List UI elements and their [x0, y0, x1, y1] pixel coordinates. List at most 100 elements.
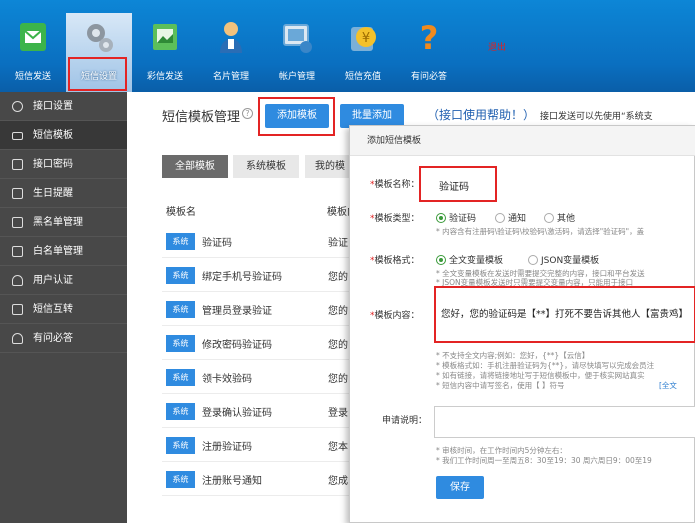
radio-selected-icon	[436, 213, 446, 223]
column-header-name: 模板名	[166, 207, 196, 218]
sidebar-item-blacklist[interactable]: 黑名单管理	[0, 208, 127, 237]
system-badge: 系统	[166, 471, 195, 488]
template-name: 绑定手机号验证码	[202, 272, 282, 283]
calendar-icon	[12, 188, 23, 199]
settings-gears-icon	[87, 24, 113, 52]
sidebar-item-label: 短信模板	[33, 130, 73, 141]
nav-recharge[interactable]: ¥ 短信充值	[330, 13, 396, 93]
mms-picture-icon	[153, 24, 177, 50]
system-badge: 系统	[166, 233, 195, 250]
table-row[interactable]: 系统 管理员登录验证 您的	[162, 292, 362, 326]
template-name: 管理员登录验证	[202, 306, 272, 317]
review-hint: * 审核时间，在工作时间内5分钟左右：	[436, 446, 567, 455]
nav-label: 帐户管理	[278, 72, 315, 82]
content-hint: * 模板格式如：手机注册验证码为{**}，请尽快填写以完成会员注	[436, 361, 655, 370]
top-navigation-bar: 短信发送 短信设置 彩信发送 名片管理 帐户管理 ¥ 短信充值 ? 有问必答 退…	[0, 0, 695, 93]
nav-label: 短信充值	[344, 72, 381, 82]
content-hint: * 如有链接，请将链接地址写于短信模板中，便于核实网站真实	[436, 371, 645, 380]
sidebar-item-user-auth[interactable]: 用户认证	[0, 266, 127, 295]
sidebar-item-label: 生日提醒	[33, 188, 73, 199]
template-preview: 您本	[328, 442, 348, 453]
table-row[interactable]: 系统 注册账号通知 您成	[162, 462, 362, 496]
table-row[interactable]: 系统 领卡效验码 您的	[162, 360, 362, 394]
system-badge: 系统	[166, 369, 195, 386]
table-row[interactable]: 系统 验证码 验证	[162, 224, 362, 258]
sidebar-item-api-password[interactable]: 接口密码	[0, 150, 127, 179]
table-row[interactable]: 系统 注册验证码 您本	[162, 428, 362, 462]
help-icon[interactable]: ?	[242, 108, 253, 119]
nav-sms-send[interactable]: 短信发送	[0, 13, 66, 93]
nav-label: 彩信发送	[146, 72, 183, 82]
type-radio-other[interactable]: 其他	[544, 211, 575, 224]
sidebar-item-label: 接口密码	[33, 159, 73, 170]
tab-all-templates[interactable]: 全部模板	[162, 155, 228, 178]
sidebar-item-label: 短信互转	[33, 304, 73, 315]
page-title: 短信模板管理	[162, 110, 241, 125]
user-icon	[12, 333, 23, 344]
format-radio-fulltext[interactable]: 全文变量模板	[436, 253, 503, 266]
api-help-link[interactable]: （接口使用帮助！）	[427, 106, 535, 123]
business-card-person-icon	[220, 22, 242, 53]
template-name: 修改密码验证码	[202, 340, 272, 351]
sidebar-item-label: 黑名单管理	[33, 217, 83, 228]
fulltext-link[interactable]: [全文	[659, 381, 677, 390]
template-name-value: 验证码	[439, 182, 469, 193]
save-button[interactable]: 保存	[436, 476, 484, 499]
sidebar-item-label: 用户认证	[33, 275, 73, 286]
sidebar-item-label: 接口设置	[33, 101, 73, 112]
system-badge: 系统	[166, 267, 195, 284]
template-name: 注册账号通知	[202, 476, 262, 487]
template-preview: 您成	[328, 476, 348, 487]
dialog-title: 添加短信模板	[350, 126, 695, 156]
svg-text:?: ?	[420, 19, 439, 55]
format-radio-json[interactable]: JSON变量模板	[528, 253, 599, 266]
account-monitor-icon	[283, 24, 312, 53]
sms-envelope-icon	[20, 23, 46, 51]
nav-faq[interactable]: ? 有问必答	[396, 13, 462, 93]
radio-icon	[528, 255, 538, 265]
sidebar-item-sms-template[interactable]: 短信模板	[0, 121, 127, 150]
template-name: 注册验证码	[202, 442, 252, 453]
type-radio-notice[interactable]: 通知	[495, 211, 526, 224]
radio-icon	[544, 213, 554, 223]
template-preview: 验证	[328, 238, 348, 249]
nav-mms-send[interactable]: 彩信发送	[132, 13, 198, 93]
help-text: 接口发送可以先使用“系统支	[540, 112, 653, 122]
content-hint: * 短信内容中请写签名，使用【 】符号	[436, 381, 565, 390]
template-preview: 登录	[328, 408, 348, 419]
envelope-icon	[12, 132, 23, 140]
type-label: *模板类型：	[370, 214, 420, 224]
question-mark-icon: ?	[420, 19, 439, 55]
clipboard-check-icon	[12, 159, 23, 170]
system-badge: 系统	[166, 301, 195, 318]
app-window: 短信发送 短信设置 彩信发送 名片管理 帐户管理 ¥ 短信充值 ? 有问必答 退…	[0, 0, 695, 523]
logout-link[interactable]: 退出	[488, 40, 506, 53]
user-icon	[12, 275, 23, 286]
review-hint: * 我们工作时间周一至周五8：30至19：30 周六周日9：00至19	[436, 456, 652, 465]
format-hint: * 全文变量模板在发送时需要提交完整的内容，接口和平台发送	[436, 269, 645, 278]
content-hint: * 不支持全文内容;例如：您好，{**}【云信】	[436, 351, 590, 360]
sidebar-item-api-settings[interactable]: 接口设置	[0, 92, 127, 121]
table-row[interactable]: 系统 修改密码验证码 您的	[162, 326, 362, 360]
template-preview: 您的	[328, 306, 348, 317]
name-label: *模板名称：	[370, 180, 420, 190]
add-template-dialog: 添加短信模板 *模板名称： 验证码 *模板类型： 验证码 通知 其他 * 内容含…	[349, 125, 695, 523]
template-content-value: 您好，您的验证码是【**】打死不要告诉其他人【富贵鸡】	[441, 309, 689, 320]
type-radio-verification[interactable]: 验证码	[436, 211, 476, 224]
nav-account-manage[interactable]: 帐户管理	[264, 13, 330, 93]
sidebar-item-whitelist[interactable]: 白名单管理	[0, 237, 127, 266]
add-template-button[interactable]: 添加模板	[265, 104, 329, 128]
apply-reason-textarea[interactable]	[434, 406, 695, 438]
system-badge: 系统	[166, 403, 195, 420]
content-label: *模板内容：	[370, 311, 420, 321]
nav-card-manage[interactable]: 名片管理	[198, 13, 264, 93]
sidebar-item-sms-transfer[interactable]: 短信互转	[0, 295, 127, 324]
sidebar-item-faq[interactable]: 有问必答	[0, 324, 127, 353]
clipboard-check-icon	[12, 246, 23, 257]
sidebar-item-birthday[interactable]: 生日提醒	[0, 179, 127, 208]
table-row[interactable]: 系统 绑定手机号验证码 您的	[162, 258, 362, 292]
tab-system-templates[interactable]: 系统模板	[233, 155, 299, 178]
gear-icon	[12, 101, 23, 112]
nav-label: 名片管理	[212, 72, 249, 82]
table-row[interactable]: 系统 登录确认验证码 登录	[162, 394, 362, 428]
